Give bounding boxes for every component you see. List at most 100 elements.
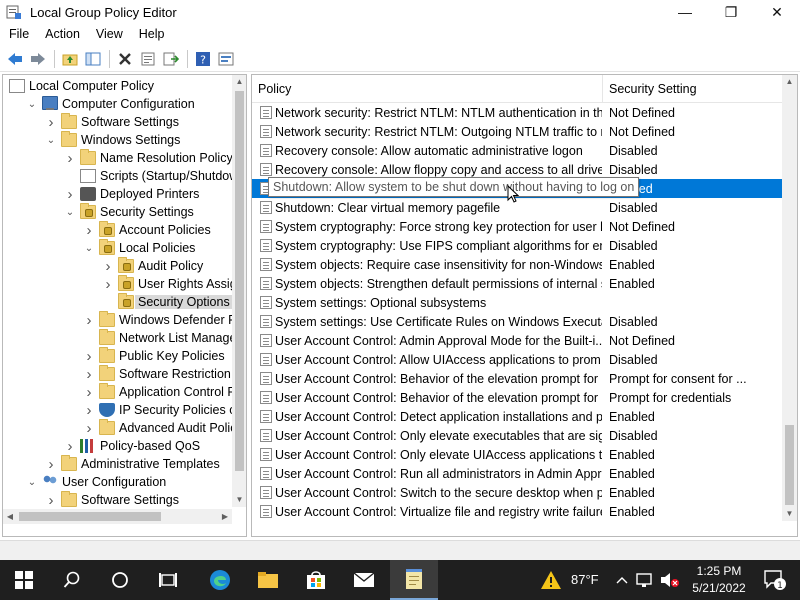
policy-row[interactable]: Network security: Restrict NTLM: NTLM au…	[252, 103, 782, 122]
clock-time[interactable]: 1:25 PM	[693, 564, 745, 578]
forward-icon[interactable]	[27, 48, 49, 70]
policy-row[interactable]: User Account Control: Switch to the secu…	[252, 483, 782, 502]
chevron-down-icon[interactable]: ⌄	[26, 98, 38, 110]
chevron-right-icon[interactable]: ›	[102, 258, 114, 275]
policy-row[interactable]: System cryptography: Force strong key pr…	[252, 217, 782, 236]
cortana-icon[interactable]	[96, 560, 144, 600]
tree-item[interactable]: ⌄ Local Policies	[83, 239, 195, 257]
chevron-right-icon[interactable]: ›	[83, 402, 95, 419]
scrollbar-thumb[interactable]	[235, 91, 244, 471]
column-header-security-setting[interactable]: Security Setting	[602, 75, 782, 103]
properties-icon[interactable]	[137, 48, 159, 70]
scroll-down-arrow-icon[interactable]: ▼	[782, 507, 797, 521]
policy-row[interactable]: User Account Control: Detect application…	[252, 407, 782, 426]
tree-item[interactable]: › Policy-based QoS	[64, 437, 201, 455]
tree-item[interactable]: › Software Settings	[45, 113, 179, 131]
policy-row[interactable]: User Account Control: Allow UIAccess app…	[252, 350, 782, 369]
delete-icon[interactable]	[114, 48, 136, 70]
tree-item[interactable]: › IP Security Policies on Lo	[83, 401, 233, 419]
speaker-muted-icon[interactable]	[658, 560, 682, 600]
up-folder-icon[interactable]	[59, 48, 81, 70]
chevron-right-icon[interactable]: ›	[83, 420, 95, 437]
tree-item[interactable]: ⌄ Windows Settings	[45, 131, 180, 149]
chevron-down-icon[interactable]: ⌄	[26, 476, 38, 488]
task-view-icon[interactable]	[144, 560, 192, 600]
filter-icon[interactable]	[215, 48, 237, 70]
list-vertical-scrollbar[interactable]: ▲ ▼	[782, 75, 797, 521]
tree-item[interactable]: › Name Resolution Policy	[64, 149, 232, 167]
chevron-down-icon[interactable]: ⌄	[83, 242, 95, 254]
policy-row[interactable]: Network security: Restrict NTLM: Outgoin…	[252, 122, 782, 141]
tree-item[interactable]: › Windows Defender Firev	[83, 311, 232, 329]
chevron-right-icon[interactable]: ›	[64, 186, 76, 203]
chevron-down-icon[interactable]: ⌄	[64, 206, 76, 218]
column-header-policy[interactable]: Policy	[252, 75, 602, 103]
tree-item[interactable]: › Software Settings	[45, 491, 179, 509]
chevron-right-icon[interactable]: ›	[45, 492, 57, 509]
tree-vertical-scrollbar[interactable]: ▲ ▼	[232, 75, 246, 507]
chevron-down-icon[interactable]: ⌄	[45, 134, 57, 146]
edge-icon[interactable]	[196, 560, 244, 600]
maximize-button[interactable]: ❐	[708, 0, 754, 24]
scroll-down-arrow-icon[interactable]: ▼	[232, 493, 246, 507]
network-icon[interactable]	[634, 560, 656, 600]
policy-row[interactable]: User Account Control: Only elevate execu…	[252, 426, 782, 445]
tree-item[interactable]: › Application Control Poli	[83, 383, 232, 401]
tree-item[interactable]: › Public Key Policies	[83, 347, 225, 365]
scroll-left-arrow-icon[interactable]: ◀	[3, 509, 17, 524]
show-hidden-icons-chevron-icon[interactable]	[612, 560, 632, 600]
tree-item[interactable]: ⌄ User Configuration	[26, 473, 166, 491]
scrollbar-thumb[interactable]	[785, 425, 794, 505]
tree-item[interactable]: Scripts (Startup/Shutdown)	[64, 167, 232, 185]
policy-row[interactable]: System objects: Strengthen default permi…	[252, 274, 782, 293]
chevron-right-icon[interactable]: ›	[64, 438, 76, 455]
chevron-right-icon[interactable]: ›	[102, 276, 114, 293]
policy-row[interactable]: User Account Control: Behavior of the el…	[252, 369, 782, 388]
scroll-up-arrow-icon[interactable]: ▲	[782, 75, 797, 89]
tree-item[interactable]: › Audit Policy	[102, 257, 203, 275]
chevron-right-icon[interactable]: ›	[45, 114, 57, 131]
chevron-right-icon[interactable]: ›	[64, 150, 76, 167]
chevron-right-icon[interactable]: ›	[83, 312, 95, 329]
search-icon[interactable]	[48, 560, 96, 600]
tree-item[interactable]: › Deployed Printers	[64, 185, 200, 203]
tree-item[interactable]: Network List Manager P	[83, 329, 232, 347]
policy-row[interactable]: Recovery console: Allow automatic admini…	[252, 141, 782, 160]
back-icon[interactable]	[4, 48, 26, 70]
policy-row[interactable]: User Account Control: Only elevate UIAcc…	[252, 445, 782, 464]
scroll-right-arrow-icon[interactable]: ▶	[218, 509, 232, 524]
help-icon[interactable]: ?	[192, 48, 214, 70]
start-icon[interactable]	[0, 560, 48, 600]
tree-item[interactable]: Security Options	[102, 293, 232, 311]
chevron-right-icon[interactable]: ›	[83, 348, 95, 365]
tree-item[interactable]: › User Rights Assignm	[102, 275, 232, 293]
menu-view[interactable]: View	[88, 24, 131, 44]
tree-item[interactable]: ⌄ Computer Configuration	[26, 95, 195, 113]
scroll-up-arrow-icon[interactable]: ▲	[232, 75, 246, 89]
policy-row[interactable]: User Account Control: Run all administra…	[252, 464, 782, 483]
policy-row[interactable]: System objects: Require case insensitivi…	[252, 255, 782, 274]
policy-row[interactable]: System settings: Use Certificate Rules o…	[252, 312, 782, 331]
scrollbar-thumb[interactable]	[19, 512, 161, 521]
policy-row[interactable]: User Account Control: Behavior of the el…	[252, 388, 782, 407]
chevron-right-icon[interactable]: ›	[83, 366, 95, 383]
notepad-icon[interactable]	[390, 560, 438, 600]
close-button[interactable]: ✕	[754, 0, 800, 24]
policy-row[interactable]: User Account Control: Virtualize file an…	[252, 502, 782, 521]
notifications-icon[interactable]: 1	[755, 560, 795, 600]
tree-item[interactable]: › Software Restriction Poli	[83, 365, 232, 383]
menu-action[interactable]: Action	[37, 24, 88, 44]
tree-item[interactable]: › Administrative Templates	[45, 455, 220, 473]
weather-temperature[interactable]: 87°F	[571, 572, 599, 587]
policy-row[interactable]: System settings: Optional subsystems	[252, 293, 782, 312]
minimize-button[interactable]: —	[662, 0, 708, 24]
show-hide-tree-icon[interactable]	[82, 48, 104, 70]
tree-item[interactable]: › Advanced Audit Policy C	[83, 419, 232, 437]
chevron-right-icon[interactable]: ›	[45, 456, 57, 473]
weather-icon[interactable]	[537, 560, 565, 600]
file-explorer-icon[interactable]	[244, 560, 292, 600]
clock-date[interactable]: 5/21/2022	[688, 581, 750, 595]
store-icon[interactable]	[292, 560, 340, 600]
policy-row[interactable]: System cryptography: Use FIPS compliant …	[252, 236, 782, 255]
menu-help[interactable]: Help	[131, 24, 173, 44]
